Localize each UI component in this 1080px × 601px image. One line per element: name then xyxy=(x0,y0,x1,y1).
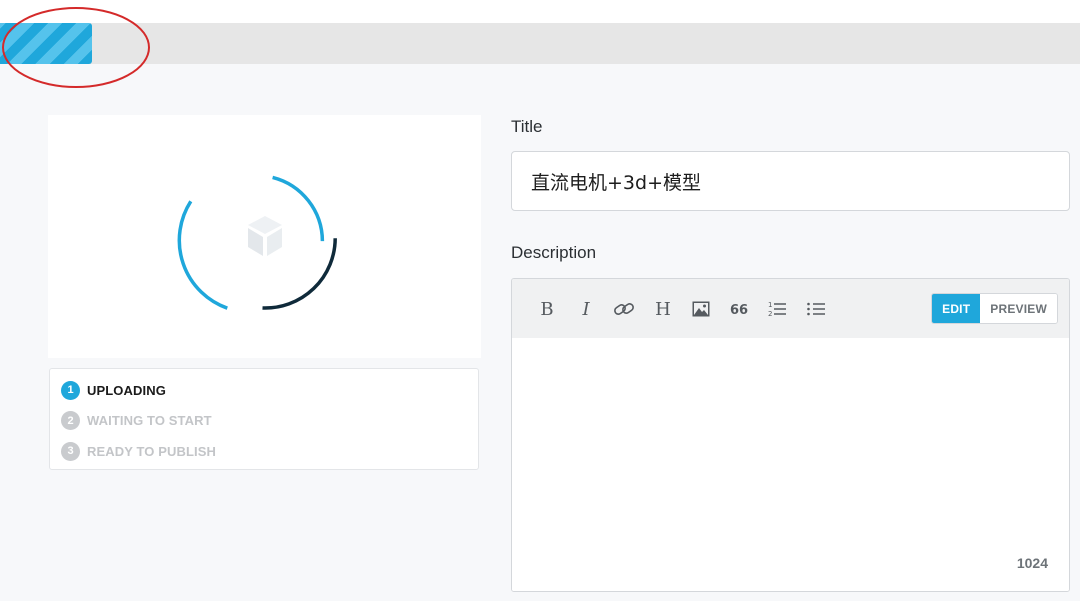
description-textarea[interactable] xyxy=(512,338,1069,591)
heading-icon: H xyxy=(655,300,671,318)
step-label: READY TO PUBLISH xyxy=(87,443,216,459)
unordered-list-button[interactable] xyxy=(803,296,829,322)
image-button[interactable] xyxy=(688,296,714,322)
editor-toolbar: B I H 66 1 2 EDIT PREVIEW xyxy=(512,279,1069,338)
unordered-list-icon xyxy=(807,302,825,316)
upload-progress-bar xyxy=(0,23,1080,64)
character-count: 1024 xyxy=(1016,555,1048,571)
quote-icon: 66 xyxy=(730,303,748,318)
model-preview xyxy=(48,115,481,358)
step-label: UPLOADING xyxy=(87,382,166,398)
cube-icon xyxy=(248,216,282,256)
italic-button[interactable]: I xyxy=(573,296,599,322)
preview-tab[interactable]: PREVIEW xyxy=(980,294,1057,323)
step-label: WAITING TO START xyxy=(87,413,212,428)
edit-preview-toggle: EDIT PREVIEW xyxy=(931,293,1058,324)
upload-steps: 1 UPLOADING 2 WAITING TO START 3 READY T… xyxy=(49,368,479,470)
heading-button[interactable]: H xyxy=(650,296,676,322)
step-waiting-to-start: 2 WAITING TO START xyxy=(61,411,478,431)
description-editor: B I H 66 1 2 EDIT PREVIEW 1024 xyxy=(511,278,1070,592)
ordered-list-icon: 1 2 xyxy=(768,301,786,318)
step-ready-to-publish: 3 READY TO PUBLISH xyxy=(61,441,478,461)
step-number: 3 xyxy=(61,441,80,461)
bold-button[interactable]: B xyxy=(534,296,560,322)
svg-text:I: I xyxy=(581,300,590,318)
title-label: Title xyxy=(511,117,543,136)
description-label: Description xyxy=(511,243,597,262)
upload-progress-fill xyxy=(0,23,92,64)
svg-text:1: 1 xyxy=(768,301,772,309)
top-strip xyxy=(0,0,1080,23)
edit-tab[interactable]: EDIT xyxy=(932,294,981,323)
quote-button[interactable]: 66 xyxy=(726,296,752,322)
link-button[interactable] xyxy=(611,296,637,322)
step-number: 2 xyxy=(61,411,80,430)
step-number: 1 xyxy=(61,380,80,400)
svg-text:B: B xyxy=(540,300,553,318)
ordered-list-button[interactable]: 1 2 xyxy=(764,296,790,322)
italic-icon: I xyxy=(581,300,590,318)
bold-icon: B xyxy=(540,300,553,318)
step-uploading: 1 UPLOADING xyxy=(61,380,478,400)
svg-text:66: 66 xyxy=(730,303,748,318)
link-icon xyxy=(614,303,634,315)
title-input[interactable] xyxy=(511,151,1070,211)
svg-text:2: 2 xyxy=(768,310,772,318)
image-icon xyxy=(692,301,710,317)
svg-text:H: H xyxy=(655,300,671,318)
